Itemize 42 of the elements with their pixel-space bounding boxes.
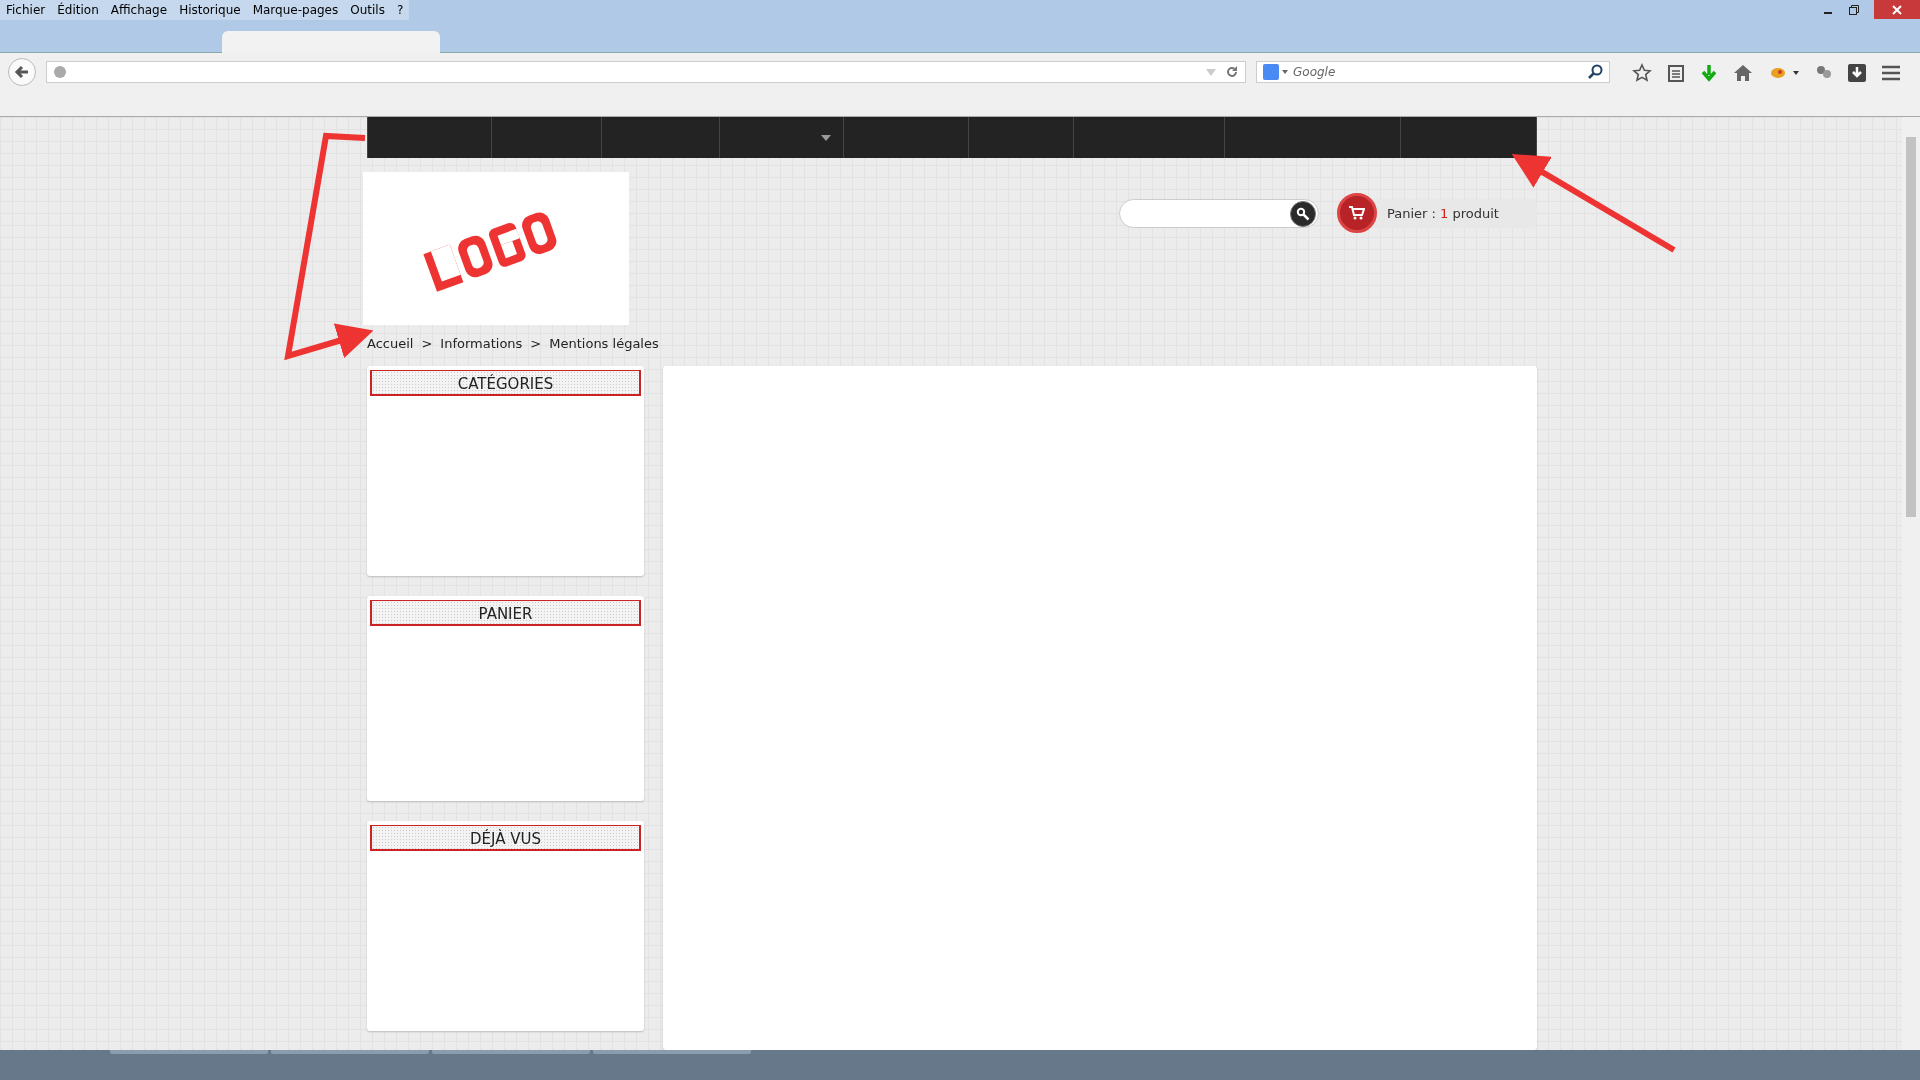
search-field[interactable] xyxy=(1119,199,1319,228)
download-icon[interactable] xyxy=(1848,64,1866,82)
search-engine-icon[interactable] xyxy=(1263,64,1289,80)
close-button[interactable] xyxy=(1874,0,1920,19)
address-field[interactable] xyxy=(46,61,1246,83)
cart-icon xyxy=(1349,206,1365,220)
menu-item[interactable]: Affichage xyxy=(110,3,168,17)
reload-icon[interactable] xyxy=(1225,65,1239,79)
panel-title: PANIER xyxy=(370,600,641,626)
logo[interactable] xyxy=(363,172,629,325)
panel-title: CATÉGORIES xyxy=(370,370,641,396)
panel-title: DÉJÀ VUS xyxy=(370,825,641,851)
breadcrumb-separator: > xyxy=(530,335,542,351)
menu-item[interactable]: Fichier xyxy=(6,3,46,17)
menu-item[interactable]: Outils xyxy=(350,3,385,17)
breadcrumb-separator: > xyxy=(421,335,433,351)
menu-item[interactable]: Marque-pages xyxy=(252,3,339,17)
search-icon[interactable] xyxy=(1587,64,1603,80)
back-button[interactable] xyxy=(8,58,36,86)
breadcrumb-link[interactable]: Accueil xyxy=(367,335,414,351)
scrollbar[interactable] xyxy=(1902,117,1920,1050)
search-button[interactable] xyxy=(1290,200,1316,227)
clipboard-icon[interactable] xyxy=(1667,63,1685,83)
search-box[interactable]: Google xyxy=(1256,61,1610,83)
caret-icon xyxy=(821,134,831,141)
restore-icon[interactable] xyxy=(1848,4,1860,16)
dropdown-icon[interactable] xyxy=(1205,67,1217,77)
menu-item[interactable]: ? xyxy=(396,3,404,17)
close-icon xyxy=(1891,3,1903,16)
back-arrow-icon xyxy=(14,64,30,80)
home-icon[interactable] xyxy=(1733,64,1753,82)
menu-item[interactable]: Édition xyxy=(57,3,99,17)
search-icon xyxy=(1296,206,1310,221)
breadcrumb-link[interactable]: Mentions légales xyxy=(549,335,659,351)
breadcrumb-link[interactable]: Informations xyxy=(440,335,523,351)
nav-item[interactable] xyxy=(1400,117,1537,158)
menu-item[interactable]: Historique xyxy=(179,3,241,17)
star-icon[interactable] xyxy=(1632,63,1652,83)
cart-button[interactable]: Panier : 1 produit xyxy=(1337,193,1537,233)
globe-icon xyxy=(53,65,67,79)
menu-icon[interactable] xyxy=(1881,65,1901,81)
download-arrow-icon[interactable] xyxy=(1700,63,1718,83)
